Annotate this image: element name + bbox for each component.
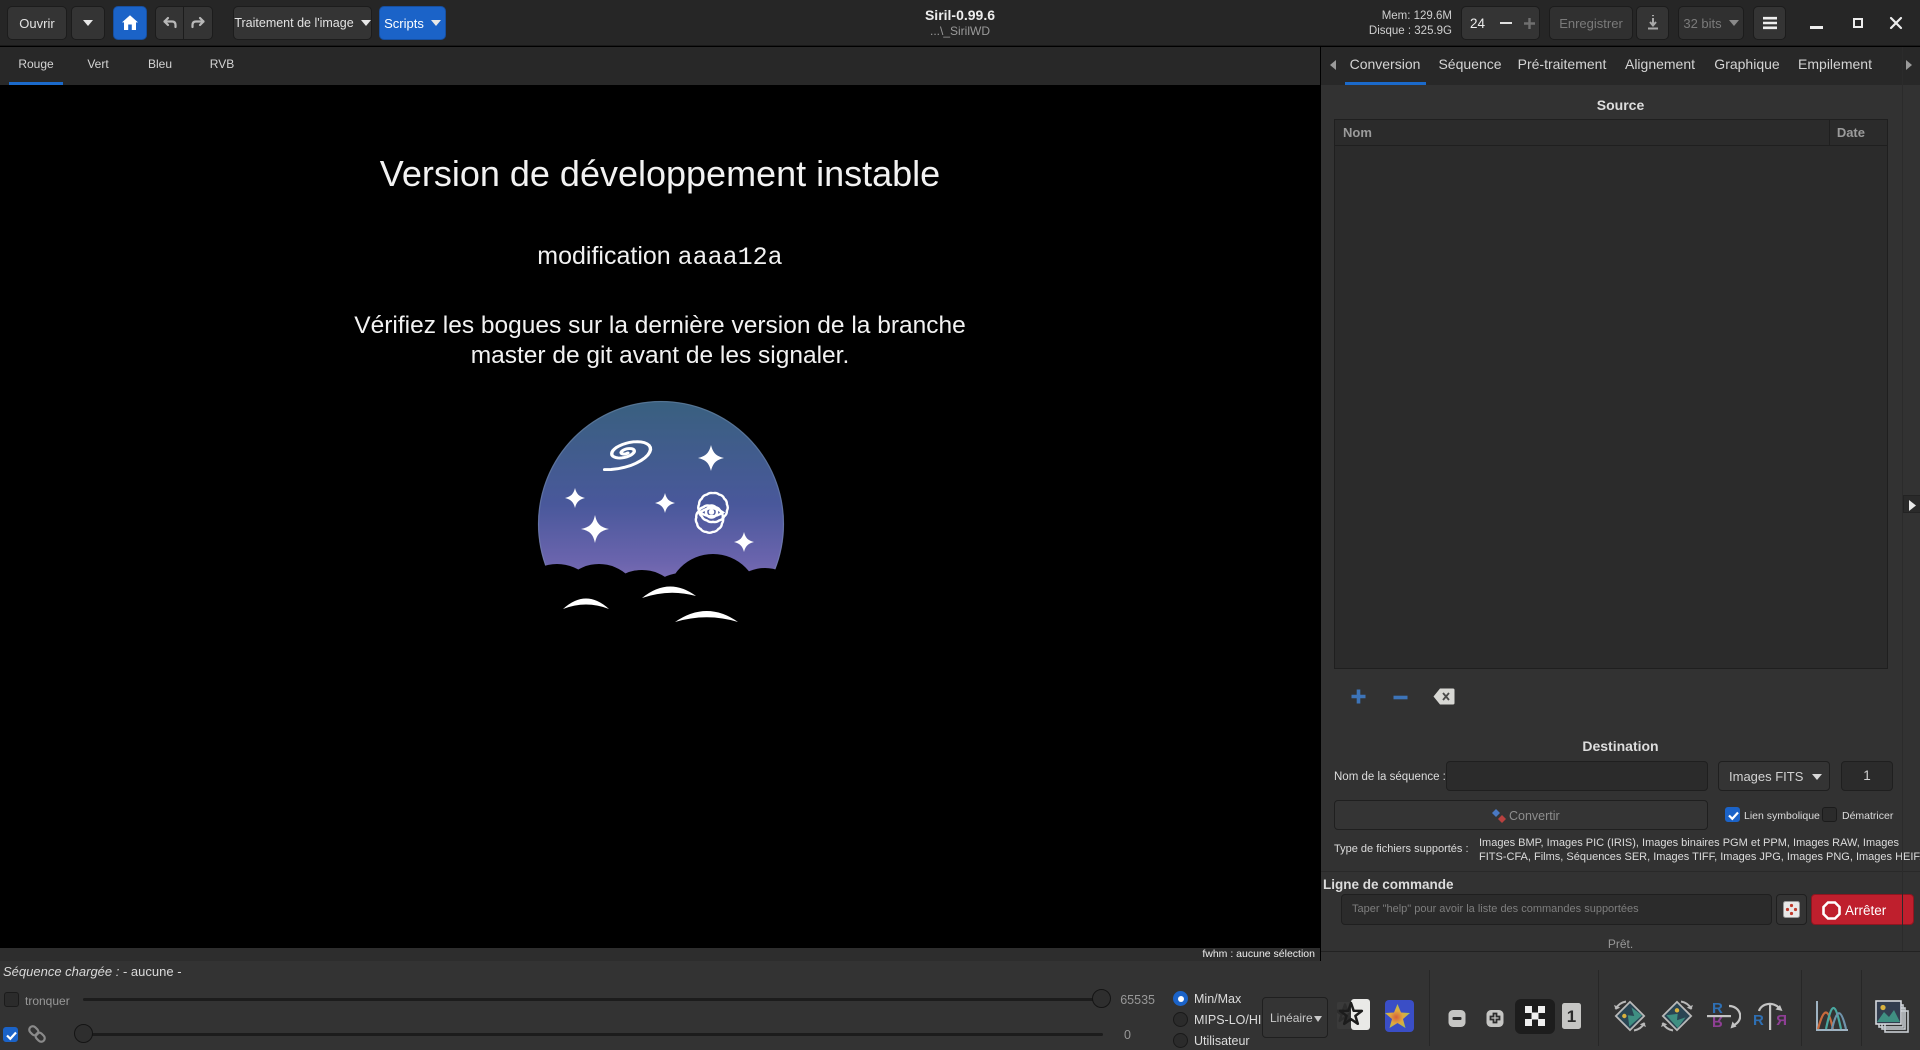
svg-text:1: 1 — [1567, 1007, 1576, 1026]
svg-text:R: R — [1776, 1012, 1787, 1029]
svg-text:R: R — [1753, 1012, 1764, 1029]
